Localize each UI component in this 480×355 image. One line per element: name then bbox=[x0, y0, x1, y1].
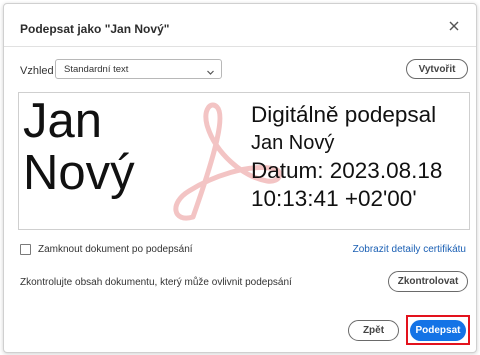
appearance-label: Vzhled bbox=[20, 65, 54, 77]
lock-document-label: Zamknout dokument po podepsání bbox=[38, 244, 193, 255]
dialog-title: Podepsat jako "Jan Nový" bbox=[20, 22, 170, 36]
signature-detail-line3: Datum: 2023.08.18 bbox=[251, 158, 443, 183]
appearance-select[interactable]: Standardní text bbox=[55, 59, 222, 79]
sign-dialog: Podepsat jako "Jan Nový" Vzhled Standard… bbox=[3, 3, 477, 353]
signature-detail-line1: Digitálně podepsal bbox=[251, 102, 437, 127]
close-icon[interactable] bbox=[446, 18, 462, 34]
create-button[interactable]: Vytvořit bbox=[406, 59, 468, 79]
lock-document-option[interactable]: Zamknout dokument po podepsání bbox=[20, 244, 193, 255]
sign-button[interactable]: Podepsat bbox=[410, 320, 466, 341]
signature-preview: Jan Nový Digitálně podepsal Jan Nový Dat… bbox=[18, 92, 470, 230]
review-button[interactable]: Zkontrolovat bbox=[388, 271, 468, 292]
lock-document-checkbox[interactable] bbox=[20, 244, 31, 255]
signature-detail-line2: Jan Nový bbox=[251, 132, 335, 154]
back-button[interactable]: Zpět bbox=[348, 320, 399, 341]
appearance-select-value: Standardní text bbox=[64, 64, 129, 75]
signature-name-line2: Nový bbox=[23, 146, 135, 200]
review-message: Zkontrolujte obsah dokumentu, který může… bbox=[20, 277, 292, 288]
signature-detail-line4: 10:13:41 +02'00' bbox=[251, 186, 417, 211]
certificate-details-link[interactable]: Zobrazit detaily certifikátu bbox=[353, 244, 466, 255]
chevron-down-icon bbox=[206, 65, 215, 75]
signature-details: Digitálně podepsal Jan Nový Datum: 2023.… bbox=[251, 101, 442, 213]
signature-name-line1: Jan bbox=[23, 94, 103, 148]
header-divider bbox=[4, 46, 476, 47]
signature-name-large: Jan Nový bbox=[23, 95, 135, 199]
